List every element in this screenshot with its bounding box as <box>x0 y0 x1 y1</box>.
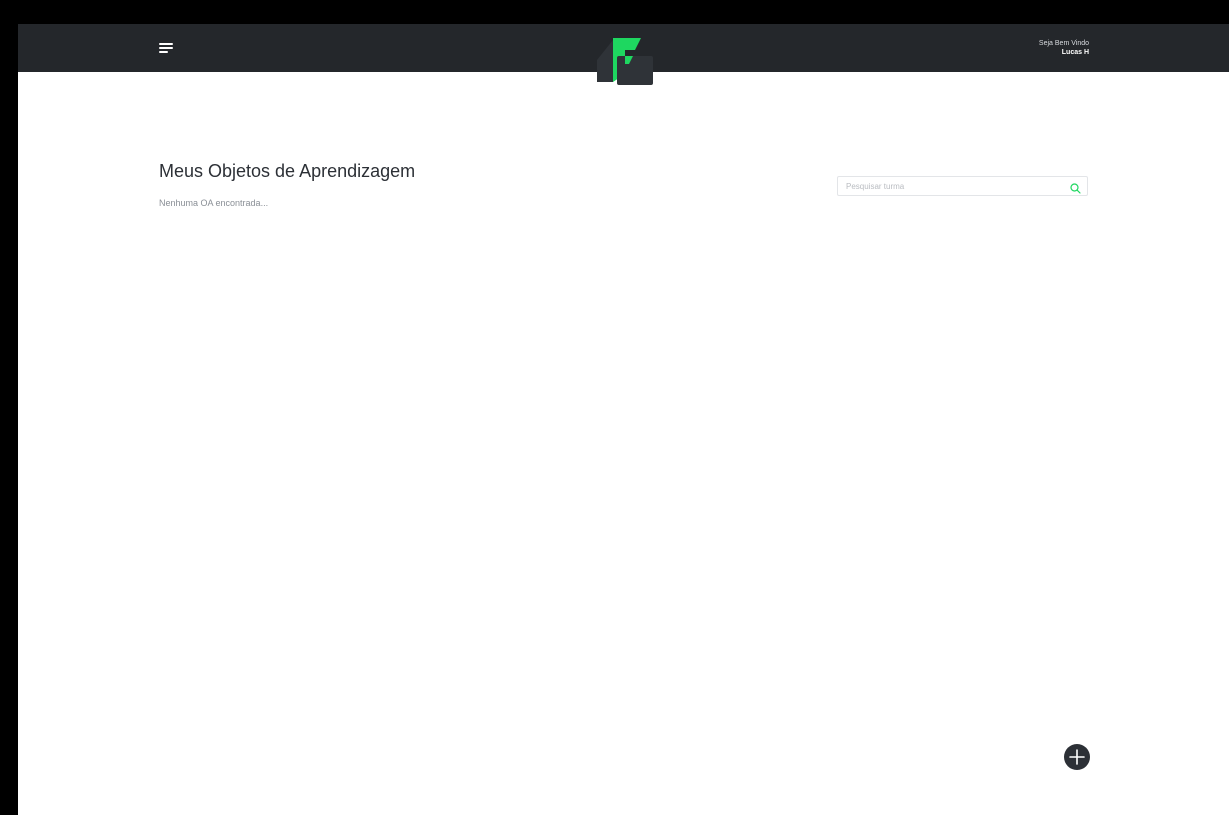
empty-state-message: Nenhuma OA encontrada... <box>159 198 269 208</box>
greeting-text: Seja Bem Vindo <box>1038 40 1089 47</box>
plus-icon <box>1069 749 1085 765</box>
add-button[interactable] <box>1064 744 1090 770</box>
brand-logo-icon[interactable] <box>595 34 655 86</box>
top-navigation-bar: Seja Bem Vindo Lucas H <box>18 24 1229 85</box>
search-box <box>837 176 1088 196</box>
username-text[interactable]: Lucas H <box>1039 48 1089 57</box>
user-greeting: Seja Bem Vindo Lucas H <box>1039 39 1089 57</box>
search-input[interactable] <box>846 179 1056 193</box>
hamburger-menu-icon[interactable] <box>159 41 175 55</box>
search-icon[interactable] <box>1070 181 1081 194</box>
app-container: Seja Bem Vindo Lucas H Meus Objetos de A… <box>18 24 1229 815</box>
window-frame: Seja Bem Vindo Lucas H Meus Objetos de A… <box>10 10 1229 815</box>
page-title: Meus Objetos de Aprendizagem <box>159 161 416 181</box>
